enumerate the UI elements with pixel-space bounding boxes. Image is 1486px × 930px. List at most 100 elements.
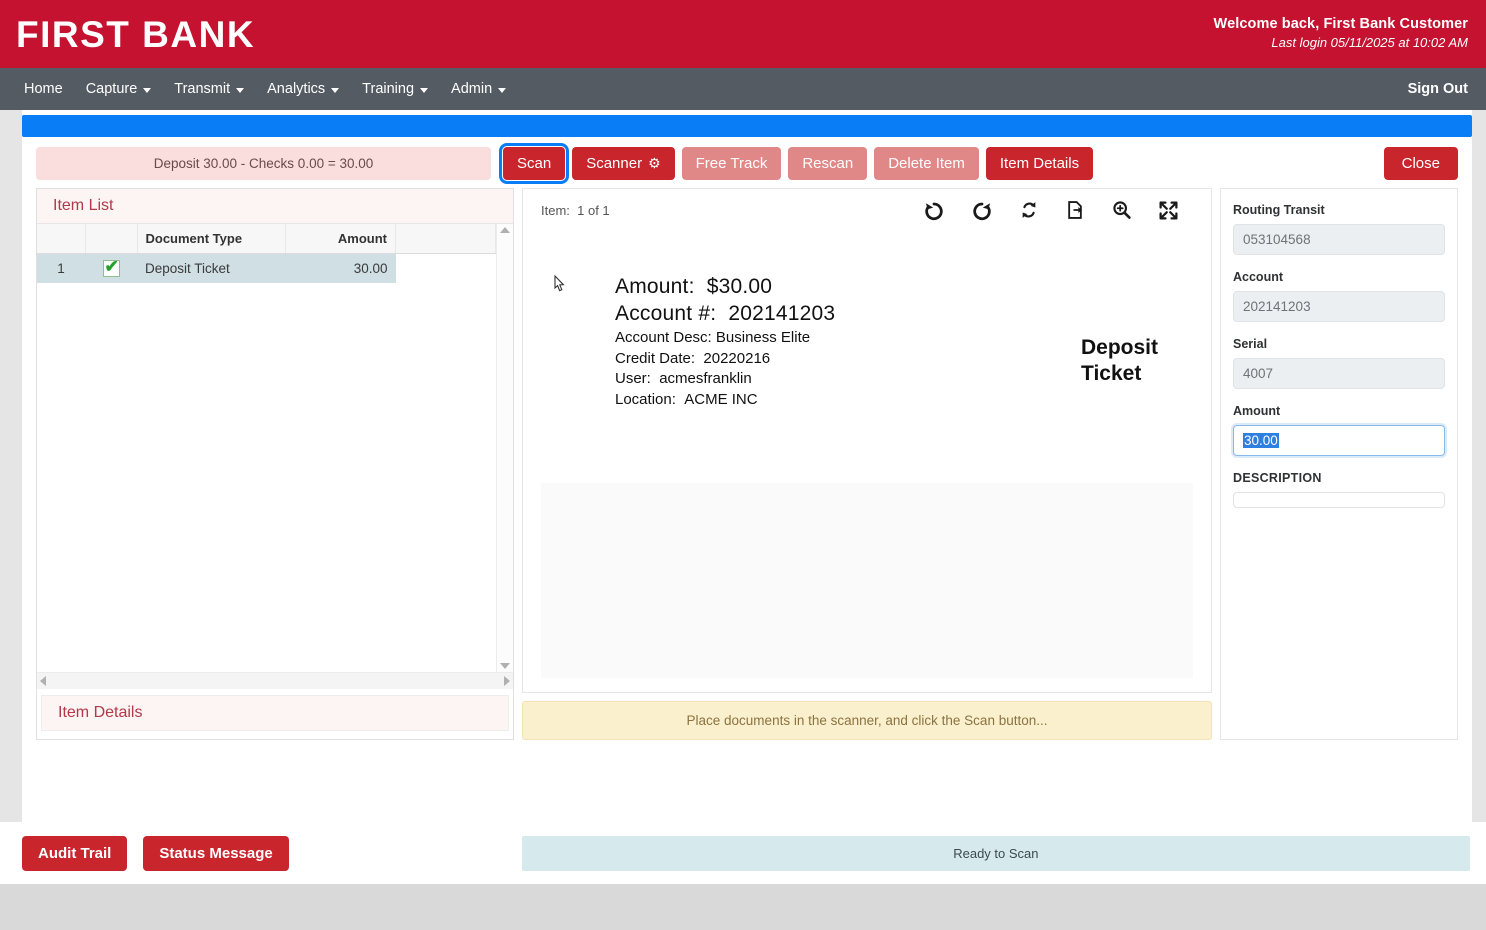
status-message-button[interactable]: Status Message <box>143 835 289 871</box>
capture-toolbar: Deposit 30.00 - Checks 0.00 = 30.00 Scan… <box>22 137 1472 188</box>
deposit-ticket-image: Amount: $30.00 Account #: 202141203 Acco… <box>541 235 1193 483</box>
ticket-credit-date-line: Credit Date: 20220216 <box>615 350 835 367</box>
item-details-button[interactable]: Item Details <box>985 147 1094 180</box>
ticket-amount-value: $30.00 <box>706 275 773 298</box>
row-spacer <box>395 253 496 283</box>
zoom-in-icon[interactable] <box>1111 199 1132 221</box>
last-login-text: Last login 05/11/2025 at 10:02 AM <box>1271 35 1468 50</box>
footer-buttons: Audit Trail Status Message <box>22 835 289 871</box>
scanner-button-label: Scanner <box>586 155 643 172</box>
item-counter-label: Item: <box>541 202 570 218</box>
nav-item-home[interactable]: Home <box>14 77 76 101</box>
chevron-down-icon <box>331 87 340 93</box>
chevron-down-icon <box>420 87 429 93</box>
sign-out-link[interactable]: Sign Out <box>1408 81 1468 97</box>
scroll-right-icon[interactable] <box>504 676 510 686</box>
item-counter-value: 1 of 1 <box>577 202 610 218</box>
free-track-button[interactable]: Free Track <box>681 147 782 180</box>
stamp-line-1: Deposit <box>1081 336 1159 359</box>
nav-item-transmit[interactable]: Transmit <box>164 77 257 101</box>
ticket-account-desc-label: Account Desc: <box>615 329 712 346</box>
row-checkbox-cell[interactable] <box>85 253 137 283</box>
nav-item-admin[interactable]: Admin <box>441 77 519 101</box>
brand-header: FIRST BANK Welcome back, First Bank Cust… <box>0 0 1486 68</box>
amount-field[interactable]: 30.00 <box>1233 425 1445 456</box>
page-bottom-fill <box>0 884 1486 930</box>
rotate-right-icon[interactable] <box>971 199 993 221</box>
viewer-toolbar: Item: 1 of 1 <box>523 189 1211 229</box>
item-counter: Item: 1 of 1 <box>541 203 610 218</box>
fullscreen-icon[interactable] <box>1158 200 1179 221</box>
row-index: 1 <box>37 253 85 283</box>
welcome-block: Welcome back, First Bank Customer Last l… <box>1214 16 1468 52</box>
amount-label: Amount <box>1233 404 1281 418</box>
scroll-down-icon[interactable] <box>500 663 510 669</box>
flip-icon[interactable] <box>1019 199 1039 221</box>
table-row[interactable]: 1 Deposit Ticket 30.00 <box>37 253 496 283</box>
nav-item-label: Admin <box>451 81 493 97</box>
nav-item-label: Training <box>362 81 415 97</box>
ticket-account-desc-line: Account Desc: Business Elite <box>615 329 835 346</box>
nav-item-label: Capture <box>85 81 138 97</box>
scanner-button[interactable]: Scanner ⚙ <box>572 147 675 180</box>
item-list-title: Item List <box>37 189 513 224</box>
nav-item-label: Transmit <box>174 81 231 97</box>
rescan-button[interactable]: Rescan <box>788 147 868 180</box>
ready-status-bar: Ready to Scan <box>521 835 1470 871</box>
nav-items: Home Capture Transmit Analytics Training… <box>14 77 519 101</box>
ticket-location-line: Location: ACME INC <box>615 391 835 408</box>
chevron-down-icon <box>143 87 152 93</box>
chevron-down-icon <box>236 87 245 93</box>
audit-trail-button[interactable]: Audit Trail <box>22 835 128 871</box>
column-header-spacer <box>395 224 496 254</box>
modal-accent-bar <box>22 115 1472 137</box>
document-canvas[interactable]: Amount: $30.00 Account #: 202141203 Acco… <box>541 235 1193 678</box>
nav-item-capture[interactable]: Capture <box>76 77 165 101</box>
ticket-amount-label: Amount: <box>615 275 695 298</box>
serial-field[interactable]: 4007 <box>1233 358 1445 389</box>
nav-item-label: Analytics <box>267 81 326 97</box>
close-button[interactable]: Close <box>1383 147 1458 180</box>
welcome-message: Welcome back, First Bank Customer <box>1213 16 1468 32</box>
column-header-check <box>85 224 138 254</box>
scroll-left-icon[interactable] <box>40 676 46 686</box>
account-field[interactable]: 202141203 <box>1233 291 1445 322</box>
deposit-summary-banner: Deposit 30.00 - Checks 0.00 = 30.00 <box>36 147 491 180</box>
viewer-icon-group <box>923 199 1179 221</box>
ticket-account-label: Account #: <box>615 302 717 325</box>
ticket-account-line: Account #: 202141203 <box>615 302 835 326</box>
description-field[interactable] <box>1233 492 1445 508</box>
stamp-line-2: Ticket <box>1081 362 1142 386</box>
ticket-location-label: Location: <box>615 390 676 408</box>
ticket-user-value: acmesfranklin <box>659 370 752 387</box>
nav-item-analytics[interactable]: Analytics <box>257 77 352 101</box>
deposit-ticket-fields: Amount: $30.00 Account #: 202141203 Acco… <box>615 275 835 411</box>
serial-label: Serial <box>1233 337 1268 351</box>
deposit-ticket-stamp: Deposit Ticket <box>1081 335 1158 388</box>
rotate-left-icon[interactable] <box>923 199 945 221</box>
capture-main-area: Item List Document Type Amount 1 ✔ Depos… <box>22 188 1472 750</box>
amount-field-value: 30.00 <box>1243 433 1279 448</box>
main-navigation: Home Capture Transmit Analytics Training… <box>0 68 1486 110</box>
ticket-credit-date-value: 20220216 <box>703 349 771 367</box>
footer-bar: Audit Trail Status Message Ready to Scan <box>0 822 1486 884</box>
ticket-account-value: 202141203 <box>728 302 836 325</box>
routing-transit-field[interactable]: 053104568 <box>1233 224 1445 255</box>
item-list-horizontal-scrollbar[interactable] <box>37 672 513 689</box>
nav-item-training[interactable]: Training <box>352 77 441 101</box>
checkmark-icon <box>102 257 120 277</box>
app-body: Deposit 30.00 - Checks 0.00 = 30.00 Scan… <box>0 110 1486 822</box>
brand-logo: FIRST BANK <box>16 13 256 55</box>
document-viewer-panel: Item: 1 of 1 Amount: $30.00 Account #: 2… <box>522 188 1212 740</box>
ticket-credit-date-label: Credit Date: <box>615 349 696 367</box>
scan-button[interactable]: Scan <box>498 143 570 184</box>
export-document-icon[interactable] <box>1065 199 1085 221</box>
scroll-up-icon[interactable] <box>500 227 510 233</box>
item-list-vertical-scrollbar[interactable] <box>496 224 513 672</box>
delete-item-button[interactable]: Delete Item <box>874 147 979 180</box>
item-details-form: Routing Transit 053104568 Account 202141… <box>1220 188 1458 740</box>
row-document-type: Deposit Ticket <box>137 253 286 283</box>
item-list-body: Document Type Amount 1 ✔ Deposit Ticket … <box>37 224 513 689</box>
item-details-section-title: Item Details <box>41 695 509 731</box>
ticket-location-value: ACME INC <box>684 390 758 408</box>
